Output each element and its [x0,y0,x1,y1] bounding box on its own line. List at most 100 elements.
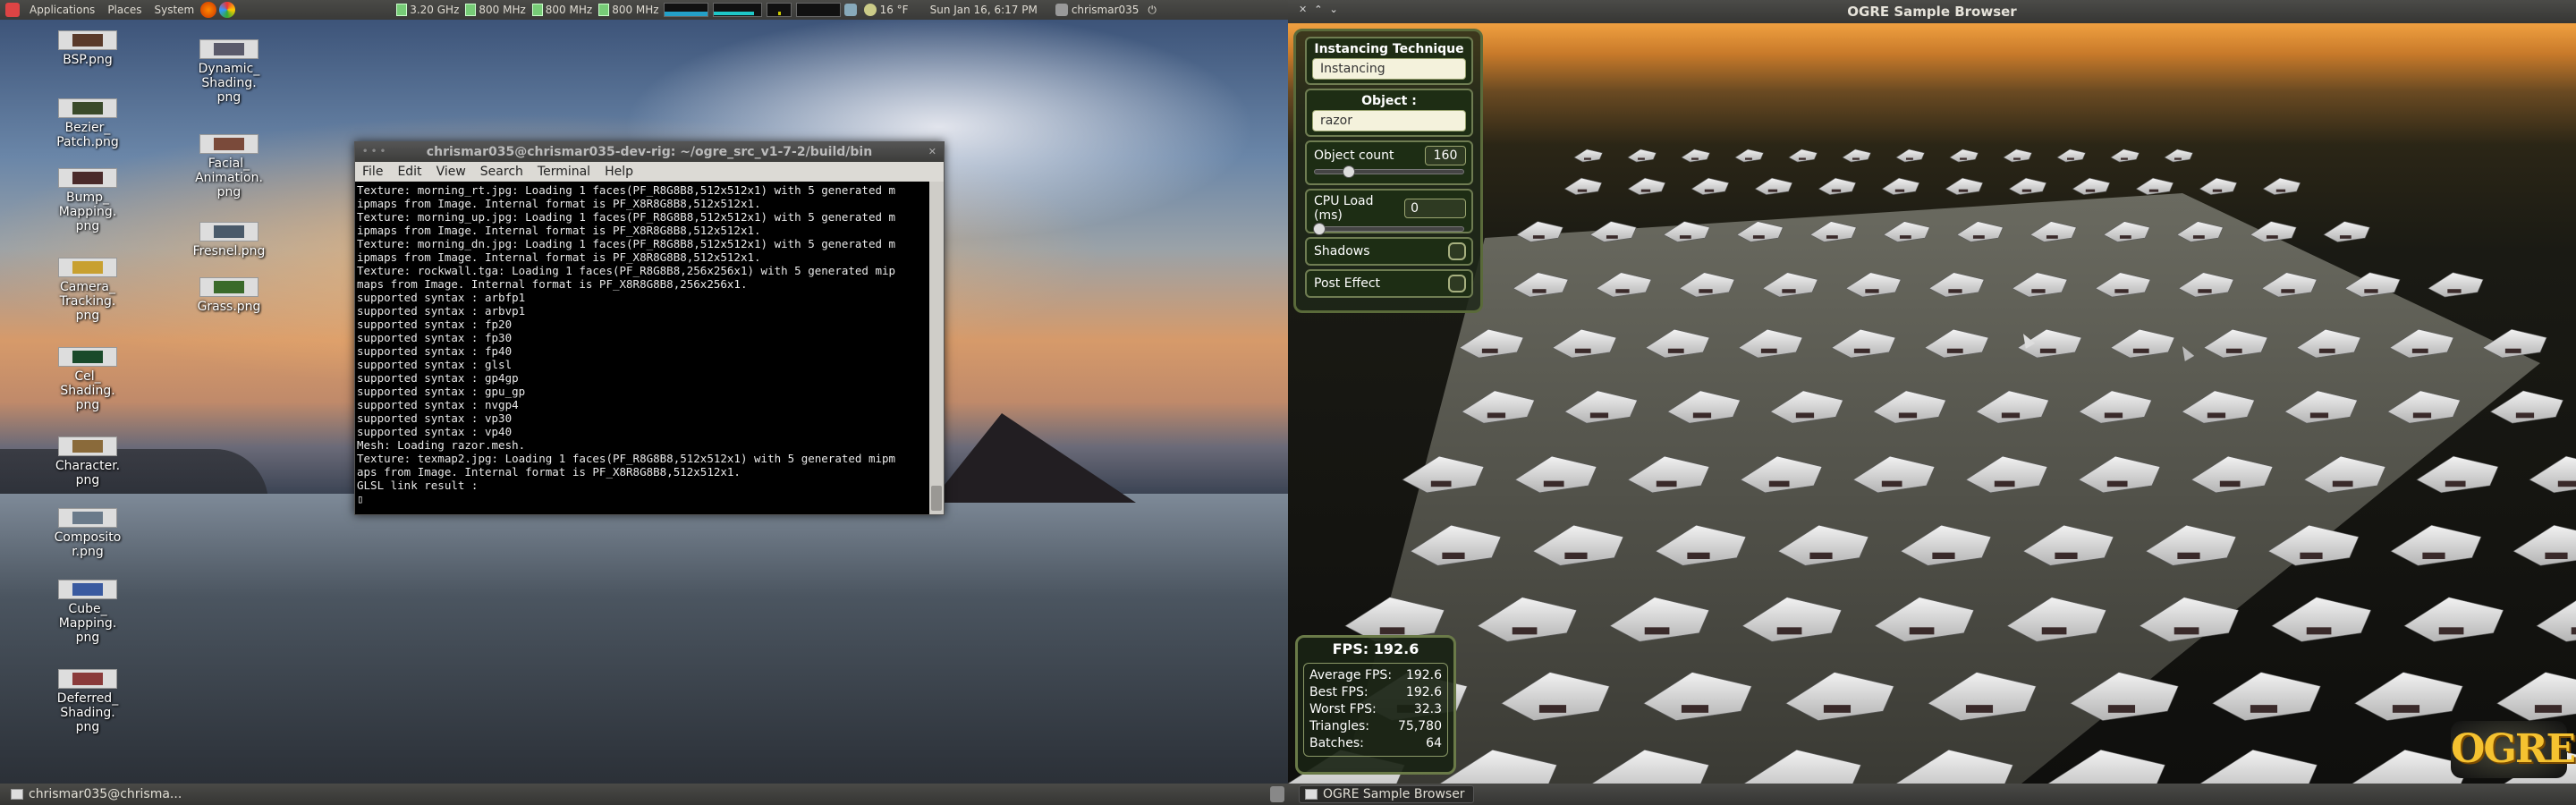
ship-engine [2106,480,2128,487]
ship-engine [2174,157,2182,160]
cpu-load-meter[interactable] [663,3,708,17]
object-select[interactable]: razor [1312,110,1466,131]
object-menu[interactable]: Object : razor [1305,89,1473,137]
terminal-line: Texture: rockwall.tga: Loading 1 faces(P… [357,264,896,277]
ogre-window-titlebar[interactable]: ✕ ⌃ ⌄ OGRE Sample Browser [1288,0,2576,23]
desktop-icon-file[interactable]: BSP.png [45,30,131,67]
ship-engine [2309,412,2329,419]
object-count-track[interactable] [1314,165,1464,178]
network-meter[interactable] [766,3,792,17]
image-thumbnail-icon [58,98,117,118]
terminal-title: chrismar035@chrismar035-dev-rig: ~/ogre_… [426,145,873,159]
user-name[interactable]: chrismar035 [1072,4,1140,16]
window-menu-icon[interactable]: • • • [362,142,386,162]
clock[interactable]: Sun Jan 16, 6:17 PM [930,4,1038,16]
terminal-output[interactable]: Texture: morning_rt.jpg: Loading 1 faces… [355,182,929,514]
fps-stats-panel[interactable]: FPS: 192.6 Average FPS: 192.6 Best FPS: 192… [1295,635,1456,775]
desktop-icon-label: Grass.png [197,300,261,314]
object-count-slider[interactable]: Object count 160 [1305,140,1473,185]
razor-ship [2008,177,2047,195]
cpu-freq-3[interactable]: 800 MHz [531,4,592,16]
ship-engine [2198,289,2212,293]
menu-help[interactable]: Help [605,165,633,179]
menu-edit[interactable]: Edit [397,165,421,179]
image-thumbnail-icon [199,134,258,154]
desktop-icon-file[interactable]: Dynamic_ Shading. png [186,39,272,105]
ship-engine [2119,235,2131,239]
ship-engine [2212,189,2223,192]
ogre-render-viewport[interactable]: Instancing Technique Instancing Object :… [1288,23,2576,784]
close-icon[interactable]: ✕ [928,142,936,162]
razor-ship [1627,148,1657,163]
ship-engine [1532,235,1545,239]
chrome-launcher-icon[interactable] [219,2,236,18]
menu-terminal[interactable]: Terminal [538,165,590,179]
ship-engine [2392,705,2420,713]
weather-icon[interactable] [863,4,877,16]
minimize-icon[interactable]: ⌃ [1314,4,1322,15]
weather-temp[interactable]: 16 °F [880,4,909,16]
desktop-icon-file[interactable]: Character. png [45,436,131,487]
terminal-titlebar[interactable]: • • • chrismar035@chrismar035-dev-rig: ~… [355,142,944,162]
ship-engine [2534,705,2563,713]
system-menu[interactable]: System [148,0,200,20]
desktop-icon-file[interactable]: Bezier_ Patch.png [45,98,131,149]
shadows-checkbox-row[interactable]: Shadows [1305,237,1473,266]
ship-engine [2300,552,2323,560]
stat-row: Triangles: 75,780 [1309,718,1442,735]
slider-knob[interactable] [1342,165,1355,178]
applications-menu[interactable]: Applications [23,0,101,20]
cpu-load-slider[interactable]: CPU Load (ms) 0 [1305,189,1473,235]
taskbar-ogre-sample-browser[interactable]: OGRE Sample Browser [1299,785,1474,803]
razor-ship [2212,672,2321,721]
desktop-icon-file[interactable]: Fresnel.png [186,222,272,258]
ship-engine [2041,627,2067,635]
network-icon[interactable] [843,4,857,16]
menu-search[interactable]: Search [480,165,523,179]
ship-engine [1681,705,1709,713]
firefox-launcher-icon[interactable] [200,2,217,18]
taskbar-terminal[interactable]: chrismar035@chrisma... [5,785,187,803]
post-effect-checkbox-row[interactable]: Post Effect [1305,269,1473,298]
slider-knob[interactable] [1313,223,1326,235]
power-icon[interactable]: ⏻ [1148,4,1157,17]
cpu-load-track[interactable] [1313,223,1464,235]
instancing-technique-menu[interactable]: Instancing Technique Instancing [1305,37,1473,85]
wallpaper-sea [0,494,1288,784]
terminal-window[interactable]: • • • chrismar035@chrismar035-dev-rig: ~… [354,141,945,515]
desktop-icon-file[interactable]: Camera_ Tracking. png [45,258,131,323]
ship-engine [2177,552,2200,560]
ship-engine [1823,705,1852,713]
ship-engine [1699,289,1713,293]
scrollbar-thumb[interactable] [931,486,942,511]
trash-icon[interactable] [1270,786,1284,802]
desktop-icon-file[interactable]: Deferred_ Shading. png [45,669,131,734]
desktop-icon-file[interactable]: Grass.png [186,277,272,314]
terminal-line: supported syntax : gpu_gp [357,385,526,398]
places-menu[interactable]: Places [101,0,148,20]
maximize-icon[interactable]: ⌄ [1329,4,1337,15]
desktop-icon-file[interactable]: Bump_ Mapping. png [45,168,131,233]
memory-meter[interactable] [712,3,762,17]
menu-file[interactable]: File [362,165,383,179]
desktop-icon-file[interactable]: Cel_ Shading. png [45,347,131,412]
ubuntu-logo-icon[interactable] [5,3,20,17]
desktop-icon-file[interactable]: Facial_ Animation. png [186,134,272,199]
razor-ship [2072,177,2111,195]
razor-ship [1945,177,1984,195]
disk-meter[interactable] [795,3,841,17]
post-effect-checkbox[interactable] [1448,275,1466,292]
desktop-icon-file[interactable]: Cube_ Mapping. png [45,580,131,645]
cpu-freq-4[interactable]: 800 MHz [598,4,659,16]
terminal-scrollbar[interactable] [929,182,944,514]
razor-ship [2047,749,2165,784]
instancing-technique-select[interactable]: Instancing [1312,58,1466,80]
desktop-icon-file[interactable]: Composito r.png [45,508,131,559]
menu-view[interactable]: View [436,165,466,179]
cpu-freq-1[interactable]: 3.20 GHz [396,4,459,16]
shadows-checkbox[interactable] [1448,242,1466,260]
close-icon[interactable]: ✕ [1299,4,1307,15]
ship-engine [2447,289,2462,293]
cpu-freq-2[interactable]: 800 MHz [465,4,526,16]
ship-engine [2031,289,2046,293]
